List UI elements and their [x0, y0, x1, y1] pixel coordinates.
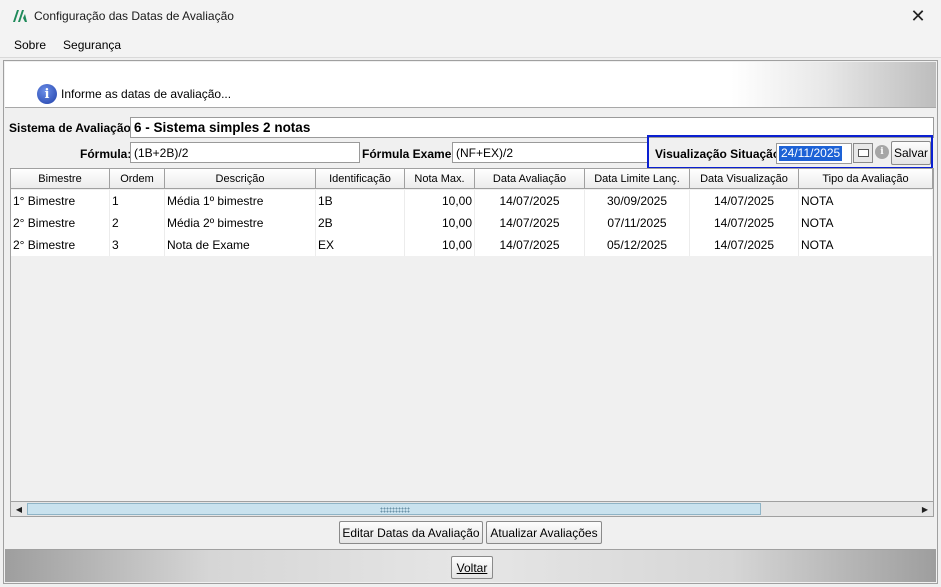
table-row[interactable]: 2° Bimestre 3 Nota de Exame EX 10,00 14/… [11, 234, 933, 256]
cell-data-visualizacao: 14/07/2025 [690, 212, 799, 234]
formula-field[interactable]: (1B+2B)/2 [130, 142, 360, 163]
scroll-left-icon[interactable]: ◀ [11, 502, 27, 516]
info-circle-icon[interactable]: i [875, 145, 889, 159]
cell-nota-max: 10,00 [405, 190, 475, 212]
info-icon: i [37, 84, 57, 104]
cell-descricao: Média 2º bimestre [165, 212, 316, 234]
col-descricao[interactable]: Descrição [165, 169, 316, 189]
menu-sobre[interactable]: Sobre [14, 38, 46, 52]
info-text: Informe as datas de avaliação... [61, 87, 232, 101]
table-header: Bimestre Ordem Descrição Identificação N… [11, 169, 933, 189]
cell-identificacao: 1B [316, 190, 405, 212]
cell-data-avaliacao: 14/07/2025 [475, 234, 585, 256]
cell-data-avaliacao: 14/07/2025 [475, 212, 585, 234]
info-banner: i Informe as datas de avaliação... [5, 62, 936, 108]
formula-exame-field[interactable]: (NF+EX)/2 [452, 142, 649, 163]
col-identificacao[interactable]: Identificação [316, 169, 405, 189]
cell-data-limite: 05/12/2025 [585, 234, 690, 256]
voltar-button[interactable]: Voltar [451, 556, 493, 579]
col-tipo-avaliacao[interactable]: Tipo da Avaliação [799, 169, 933, 189]
avaliacoes-table: Bimestre Ordem Descrição Identificação N… [10, 168, 934, 517]
cell-data-limite: 30/09/2025 [585, 190, 690, 212]
cell-nota-max: 10,00 [405, 234, 475, 256]
window-title: Configuração das Datas de Avaliação [34, 9, 234, 23]
scroll-right-icon[interactable]: ▶ [917, 502, 933, 516]
table-row[interactable]: 1° Bimestre 1 Média 1º bimestre 1B 10,00… [11, 190, 933, 212]
cell-identificacao: 2B [316, 212, 405, 234]
col-data-avaliacao[interactable]: Data Avaliação [475, 169, 585, 189]
cell-descricao: Média 1º bimestre [165, 190, 316, 212]
visualizacao-label: Visualização Situação: [655, 147, 785, 161]
table-row[interactable]: 2° Bimestre 2 Média 2º bimestre 2B 10,00… [11, 212, 933, 234]
formula-label: Fórmula: [80, 147, 132, 161]
cell-data-avaliacao: 14/07/2025 [475, 190, 585, 212]
cell-tipo-avaliacao: NOTA [799, 234, 933, 256]
cell-tipo-avaliacao: NOTA [799, 190, 933, 212]
main-content: i Informe as datas de avaliação... Siste… [3, 60, 938, 584]
cell-nota-max: 10,00 [405, 212, 475, 234]
visualizacao-date-input[interactable]: 24/11/2025 [776, 143, 852, 164]
col-ordem[interactable]: Ordem [110, 169, 165, 189]
formula-exame-label: Fórmula Exame: [362, 147, 456, 161]
calendar-icon[interactable] [853, 143, 873, 163]
col-data-limite[interactable]: Data Limite Lanç. [585, 169, 690, 189]
app-logo-icon [13, 10, 27, 22]
cell-data-limite: 07/11/2025 [585, 212, 690, 234]
editar-datas-button[interactable]: Editar Datas da Avaliação [339, 521, 483, 544]
salvar-button[interactable]: Salvar [891, 141, 931, 165]
cell-bimestre: 2° Bimestre [11, 212, 110, 234]
title-bar: Configuração das Datas de Avaliação ✕ [0, 0, 941, 32]
cell-identificacao: EX [316, 234, 405, 256]
horizontal-scrollbar[interactable]: ◀ ▶ [10, 501, 934, 517]
cell-ordem: 3 [110, 234, 165, 256]
visualizacao-date-value: 24/11/2025 [779, 146, 843, 161]
cell-bimestre: 2° Bimestre [11, 234, 110, 256]
cell-ordem: 2 [110, 212, 165, 234]
footer-bar: Voltar [5, 549, 936, 582]
cell-data-visualizacao: 14/07/2025 [690, 190, 799, 212]
cell-data-visualizacao: 14/07/2025 [690, 234, 799, 256]
col-nota-max[interactable]: Nota Max. [405, 169, 475, 189]
col-bimestre[interactable]: Bimestre [11, 169, 110, 189]
cell-ordem: 1 [110, 190, 165, 212]
scrollbar-thumb[interactable] [27, 503, 761, 515]
sistema-label: Sistema de Avaliação: [9, 121, 135, 135]
cell-tipo-avaliacao: NOTA [799, 212, 933, 234]
cell-descricao: Nota de Exame [165, 234, 316, 256]
menu-bar: Sobre Segurança [0, 32, 941, 58]
col-data-visualizacao[interactable]: Data Visualização [690, 169, 799, 189]
close-icon[interactable]: ✕ [895, 0, 941, 32]
menu-seguranca[interactable]: Segurança [63, 38, 121, 52]
cell-bimestre: 1° Bimestre [11, 190, 110, 212]
atualizar-avaliacoes-button[interactable]: Atualizar Avaliações [486, 521, 602, 544]
